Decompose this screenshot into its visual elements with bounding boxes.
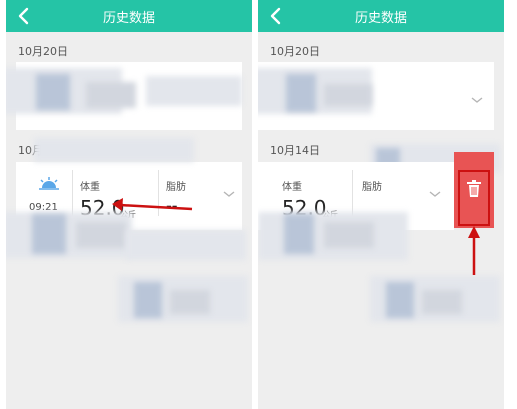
history-screen-right: 历史数据 10月20日 10月14日 体重 52.0 公斤 脂肪 (258, 0, 504, 409)
history-screen-left: 历史数据 10月20日 10月14日 09:21 体重 52.0 公斤 脂肪 -… (6, 0, 252, 409)
annotation-arrow (468, 226, 480, 275)
annotation-arrow (112, 198, 193, 211)
